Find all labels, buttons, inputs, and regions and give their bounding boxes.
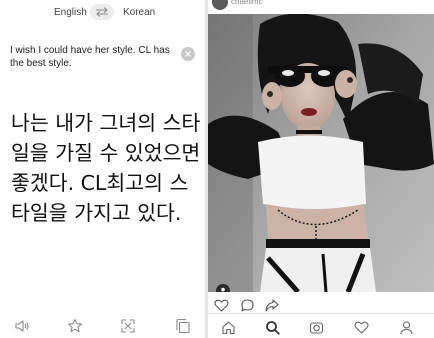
nav-divider [208,313,434,314]
social-post-panel: chaelimc [208,0,434,338]
close-icon [185,51,191,57]
bottom-nav [208,316,434,338]
star-icon[interactable] [67,318,83,334]
post-header: chaelimc [208,0,434,14]
home-icon[interactable] [221,320,236,335]
comment-icon[interactable] [240,298,255,313]
source-language-button[interactable]: English [54,7,87,18]
speaker-icon[interactable] [14,318,30,334]
post-actions [208,296,434,314]
target-language-button[interactable]: Korean [123,7,155,18]
search-icon[interactable] [265,320,280,335]
share-icon[interactable] [264,298,279,313]
post-username[interactable]: chaelimc [231,0,263,6]
language-bar: English Korean [0,0,205,24]
expand-icon[interactable] [120,318,136,334]
clear-button[interactable] [181,47,195,61]
heart-icon[interactable] [214,298,229,313]
camera-icon[interactable] [309,320,324,335]
swap-icon [96,7,108,17]
translation-output: 나는 내가 그녀의 스타일을 가질 수 있었으면 좋겠다. CL최고의 스타일을… [11,111,201,225]
translator-toolbar [0,312,205,338]
post-photo-image [208,14,434,292]
copy-icon[interactable] [175,318,191,334]
translator-panel: English Korean I wish I could have her s… [0,0,205,338]
avatar[interactable] [212,0,228,10]
post-photo[interactable] [208,14,434,292]
activity-icon[interactable] [354,320,369,335]
tag-people-button[interactable] [216,284,230,292]
swap-languages-button[interactable] [90,4,114,20]
person-icon [221,287,225,292]
source-text-input[interactable]: I wish I could have her style. CL has th… [10,44,180,70]
profile-icon[interactable] [399,320,414,335]
